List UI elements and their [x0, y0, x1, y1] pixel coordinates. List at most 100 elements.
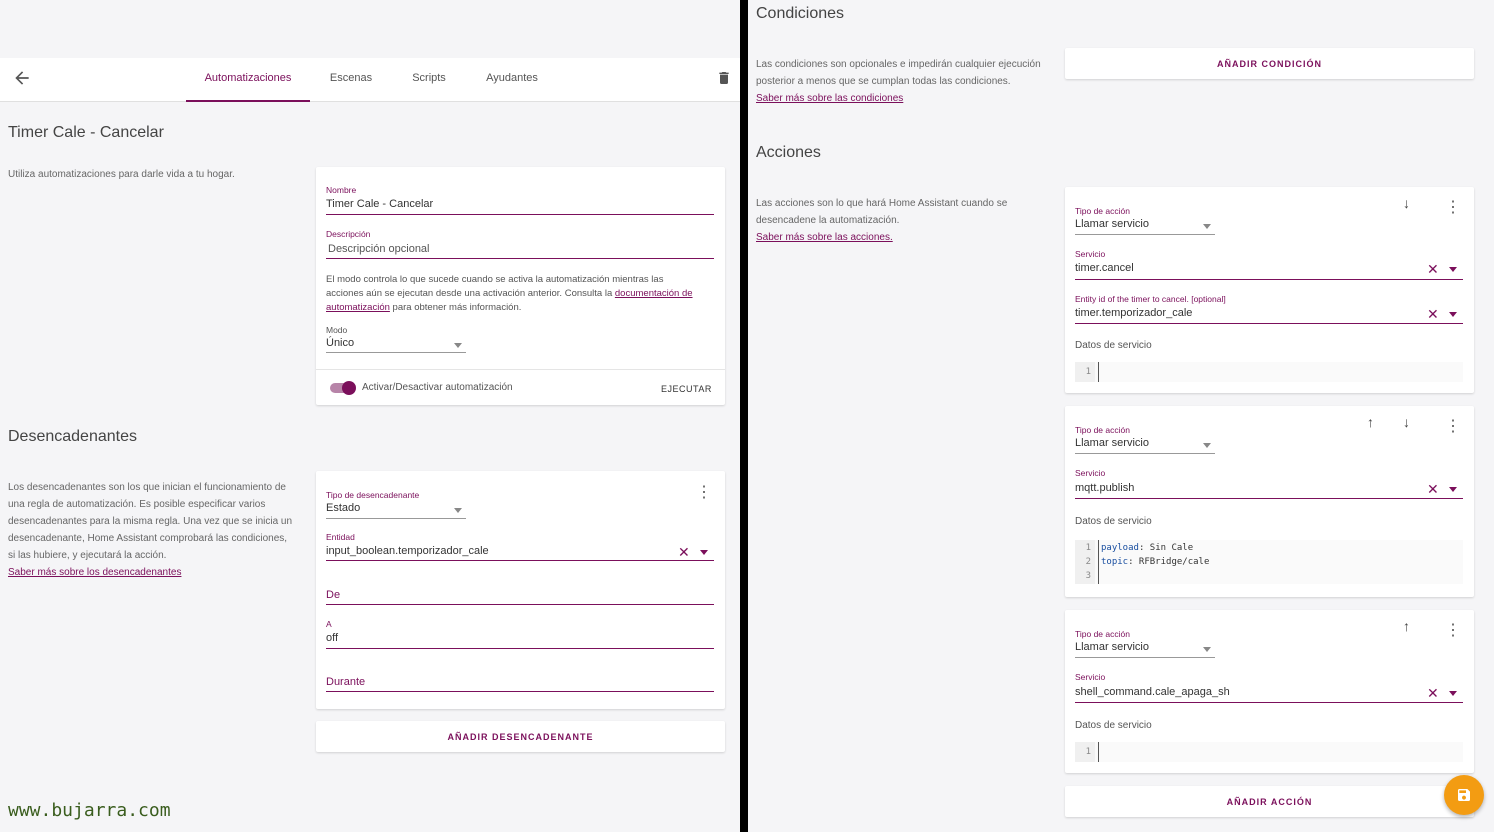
chevron-down-icon[interactable] [1449, 267, 1457, 272]
service-field[interactable]: shell_command.cale_apaga_sh [1075, 686, 1230, 698]
chevron-down-icon[interactable] [700, 550, 708, 555]
chevron-down-icon[interactable] [1449, 691, 1457, 696]
triggers-desc-line: desencadenante, Home Assistant comprobar… [8, 533, 288, 544]
add-action-button[interactable]: AÑADIR ACCIÓN [1065, 786, 1474, 817]
add-condition-button[interactable]: AÑADIR CONDICIÓN [1065, 48, 1474, 79]
chevron-down-icon[interactable] [454, 343, 462, 348]
trash-icon[interactable] [716, 70, 732, 86]
service-data-editor[interactable]: 1 2 3 payload: Sin Cale topic: RFBridge/… [1075, 540, 1463, 584]
chevron-down-icon[interactable] [1203, 647, 1211, 652]
yaml-value: : RFBridge/cale [1128, 557, 1210, 567]
close-icon[interactable]: ✕ [1427, 482, 1439, 496]
chevron-down-icon[interactable] [454, 508, 462, 513]
description-field[interactable]: Descripción opcional [328, 243, 430, 255]
trigger-type-label: Tipo de desencadenante [326, 490, 420, 500]
triggers-title: Desencadenantes [8, 428, 137, 445]
code-content [1098, 362, 1101, 382]
service-field[interactable]: timer.cancel [1075, 262, 1134, 274]
service-label: Servicio [1075, 468, 1106, 478]
chevron-down-icon[interactable] [1449, 487, 1457, 492]
for-field[interactable]: Durante [326, 676, 365, 688]
docs-link[interactable]: documentación de [615, 288, 693, 299]
mode-select[interactable]: Único [326, 337, 354, 349]
service-data-editor[interactable]: 1 [1075, 362, 1463, 382]
line-numbers: 1 2 3 [1075, 540, 1095, 584]
trigger-type-select[interactable]: Estado [326, 502, 360, 514]
yaml-key: payload [1101, 543, 1139, 553]
yaml-key: topic [1101, 557, 1129, 567]
arrow-up-icon[interactable]: ↑ [1367, 415, 1374, 429]
service-label: Servicio [1075, 249, 1106, 259]
conditions-title: Condiciones [756, 5, 845, 22]
close-icon[interactable]: ✕ [1427, 307, 1439, 321]
action-type-label: Tipo de acción [1075, 629, 1130, 639]
trigger-type-underline [326, 518, 466, 519]
action-card-1: ↓ ⋮ Tipo de acción Llamar servicio Servi… [1065, 187, 1474, 393]
triggers-desc-line: Los desencadenantes son los que inician … [8, 482, 286, 493]
split-divider [740, 0, 748, 832]
entity-field[interactable]: input_boolean.temporizador_cale [326, 545, 489, 557]
save-button[interactable] [1444, 775, 1484, 815]
actions-desc-line: Las acciones son lo que hará Home Assist… [756, 198, 1008, 209]
watermark: www.bujarra.com [8, 800, 171, 821]
description-underline [326, 258, 714, 259]
dots-vertical-icon[interactable]: ⋮ [1445, 623, 1461, 639]
arrow-left-icon[interactable] [12, 68, 32, 88]
entity-underline [326, 560, 714, 561]
code-line: topic: RFBridge/cale [1101, 555, 1209, 569]
name-label: Nombre [326, 185, 357, 195]
line-numbers: 1 [1075, 742, 1095, 762]
run-button[interactable]: EJECUTAR [661, 384, 712, 394]
service-data-editor[interactable]: 1 [1075, 742, 1463, 762]
triggers-learn-more-link[interactable]: Saber más sobre los desencadenantes [8, 564, 292, 581]
triggers-desc-line: desencadenantes para la misma regla. Una… [8, 516, 293, 527]
from-field[interactable]: De [326, 589, 340, 601]
tab-scripts[interactable]: Scripts [400, 58, 458, 102]
conditions-learn-more-link[interactable]: Saber más sobre las condiciones [756, 90, 1041, 107]
dots-vertical-icon[interactable]: ⋮ [1445, 200, 1461, 216]
service-data-label: Datos de servicio [1075, 720, 1152, 731]
chevron-down-icon[interactable] [1203, 224, 1211, 229]
triggers-desc: Los desencadenantes son los que inician … [8, 479, 292, 581]
toggle-thumb[interactable] [342, 381, 356, 395]
name-field[interactable]: Timer Cale - Cancelar [326, 198, 433, 210]
details-card: Nombre Timer Cale - Cancelar Descripción… [316, 167, 725, 405]
tab-automatizaciones[interactable]: Automatizaciones [186, 58, 310, 102]
action-type-label: Tipo de acción [1075, 425, 1130, 435]
actions-desc-line: desencadene la automatización. [756, 215, 900, 226]
add-trigger-button[interactable]: AÑADIR DESENCADENANTE [316, 721, 725, 752]
actions-learn-more-link[interactable]: Saber más sobre las acciones. [756, 229, 1007, 246]
chevron-down-icon[interactable] [1203, 443, 1211, 448]
dots-vertical-icon[interactable]: ⋮ [696, 485, 712, 501]
mode-help-text: El modo controla lo que sucede cuando se… [326, 273, 716, 315]
action-card-2: ↑ ↓ ⋮ Tipo de acción Llamar servicio Ser… [1065, 406, 1474, 597]
action-type-select[interactable]: Llamar servicio [1075, 437, 1149, 449]
tab-escenas[interactable]: Escenas [320, 58, 382, 102]
docs-link-2[interactable]: automatización [326, 302, 390, 313]
action-type-select[interactable]: Llamar servicio [1075, 218, 1149, 230]
line-number: 2 [1085, 557, 1091, 567]
arrow-down-icon[interactable]: ↓ [1403, 415, 1410, 429]
arrow-down-icon[interactable]: ↓ [1403, 196, 1410, 210]
code-line: payload: Sin Cale [1101, 541, 1209, 555]
trigger-card: ⋮ Tipo de desencadenante Estado Entidad … [316, 471, 725, 709]
dots-vertical-icon[interactable]: ⋮ [1445, 419, 1461, 435]
service-underline [1075, 702, 1463, 703]
triggers-desc-line: si las hubiere, y ejecutará la acción. [8, 550, 167, 561]
tab-ayudantes[interactable]: Ayudantes [476, 58, 548, 102]
close-icon[interactable]: ✕ [678, 545, 690, 559]
service-field[interactable]: mqtt.publish [1075, 482, 1134, 494]
for-underline [326, 691, 714, 692]
close-icon[interactable]: ✕ [1427, 686, 1439, 700]
top-band [0, 0, 740, 58]
save-icon [1458, 789, 1470, 801]
entity-id-field[interactable]: timer.temporizador_cale [1075, 307, 1192, 319]
arrow-up-icon[interactable]: ↑ [1403, 619, 1410, 633]
action-type-select[interactable]: Llamar servicio [1075, 641, 1149, 653]
chevron-down-icon[interactable] [1449, 312, 1457, 317]
toolbar: Automatizaciones Escenas Scripts Ayudant… [0, 58, 740, 102]
to-field[interactable]: off [326, 632, 338, 644]
close-icon[interactable]: ✕ [1427, 262, 1439, 276]
actions-title: Acciones [756, 144, 821, 161]
line-number: 3 [1085, 571, 1091, 581]
